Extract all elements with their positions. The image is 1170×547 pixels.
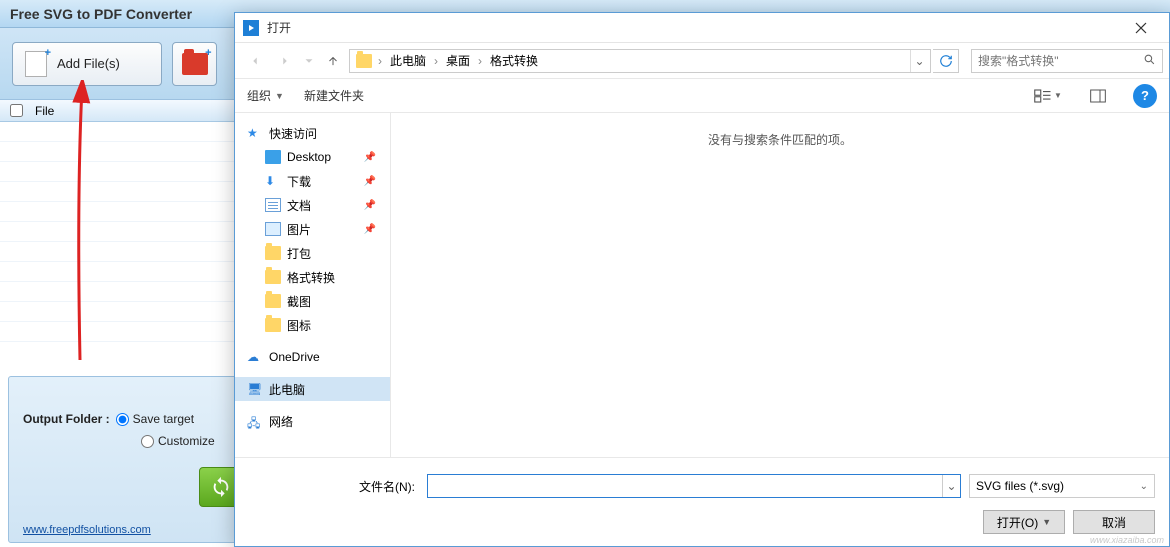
view-mode-button[interactable]: ▼ [1033,84,1063,108]
chevron-down-icon: ⌄ [1140,481,1148,492]
open-button[interactable]: 打开(O)▼ [983,510,1065,534]
pin-icon: 📌 [364,224,376,235]
chevron-down-icon [302,54,316,68]
col-file-label: File [35,104,54,118]
nav-tree: ★快速访问 Desktop📌 ⬇下载📌 文档📌 图片📌 打包 格式转换 截图 图… [235,113,391,457]
desktop-icon [265,150,281,164]
pin-icon: 📌 [364,176,376,187]
new-folder-button[interactable]: 新建文件夹 [304,87,364,104]
dialog-body: ★快速访问 Desktop📌 ⬇下载📌 文档📌 图片📌 打包 格式转换 截图 图… [235,113,1169,457]
breadcrumb-current[interactable]: 格式转换 [484,50,544,72]
filename-dropdown[interactable]: ⌄ [942,475,960,497]
nav-back-button[interactable] [241,47,269,75]
file-content-area: 没有与搜索条件匹配的项。 [391,113,1169,457]
filename-label: 文件名(N): [249,478,419,495]
tree-onedrive[interactable]: ☁OneDrive [235,345,390,369]
split-arrow-icon: ▼ [1042,517,1051,527]
add-folder-button[interactable] [172,42,217,86]
organize-menu[interactable]: 组织 ▼ [247,87,284,104]
select-all-checkbox[interactable] [10,104,23,117]
chevron-down-icon: ▼ [275,91,284,101]
filetype-filter[interactable]: SVG files (*.svg) ⌄ [969,474,1155,498]
tree-downloads[interactable]: ⬇下载📌 [235,169,390,193]
tree-pictures[interactable]: 图片📌 [235,217,390,241]
tree-documents[interactable]: 文档📌 [235,193,390,217]
breadcrumb-sep: › [376,54,384,68]
filename-combobox[interactable]: ⌄ [427,474,961,498]
document-icon [265,198,281,212]
watermark: www.xiazaiba.com [1090,535,1164,545]
document-plus-icon [25,51,47,77]
search-box[interactable] [971,49,1163,73]
chevron-down-icon: ▼ [1054,91,1062,100]
cancel-button[interactable]: 取消 [1073,510,1155,534]
network-icon: 🖧 [247,414,263,428]
arrow-right-icon [278,54,292,68]
dialog-title: 打开 [267,19,291,36]
file-open-dialog: 打开 › 此电脑 › 桌面 › 格式转换 ⌄ [234,12,1170,547]
picture-icon [265,222,281,236]
pane-icon [1090,89,1106,103]
folder-icon [356,54,372,68]
pin-icon: 📌 [364,200,376,211]
download-icon: ⬇ [265,174,281,188]
help-button[interactable]: ? [1133,84,1157,108]
filename-input[interactable] [428,475,942,497]
dialog-app-icon [243,20,259,36]
folder-plus-icon [182,53,208,75]
refresh-icon [210,476,232,498]
folder-icon [265,318,281,332]
breadcrumb-bar[interactable]: › 此电脑 › 桌面 › 格式转换 ⌄ [349,49,931,73]
breadcrumb-root[interactable]: 此电脑 [384,50,432,72]
folder-icon [265,294,281,308]
pin-icon: 📌 [364,152,376,163]
dialog-nav-bar: › 此电脑 › 桌面 › 格式转换 ⌄ [235,43,1169,79]
add-files-label: Add File(s) [57,56,120,71]
breadcrumb-dropdown[interactable]: ⌄ [910,50,928,72]
preview-pane-button[interactable] [1083,84,1113,108]
dialog-close-button[interactable] [1121,15,1161,41]
folder-icon [265,246,281,260]
search-icon [1143,53,1156,69]
arrow-up-icon [326,54,340,68]
tree-this-pc[interactable]: 🖥此电脑 [235,377,390,401]
tree-desktop[interactable]: Desktop📌 [235,145,390,169]
nav-up-button[interactable] [319,47,347,75]
output-folder-label: Output Folder : [23,412,110,426]
dialog-toolbar: 组织 ▼ 新建文件夹 ▼ ? [235,79,1169,113]
radio-customize[interactable] [141,435,154,448]
breadcrumb-desktop[interactable]: 桌面 [440,50,476,72]
tree-folder-3[interactable]: 截图 [235,289,390,313]
pc-icon: 🖥 [247,382,263,396]
folder-icon [265,270,281,284]
nav-forward-button[interactable] [271,47,299,75]
dialog-titlebar: 打开 [235,13,1169,43]
tree-quick-access[interactable]: ★快速访问 [235,121,390,145]
tree-folder-2[interactable]: 格式转换 [235,265,390,289]
cloud-icon: ☁ [247,350,263,364]
refresh-button[interactable] [933,49,959,73]
search-input[interactable] [978,54,1143,68]
close-icon [1135,22,1147,34]
nav-recent-button[interactable] [301,47,317,75]
add-files-button[interactable]: Add File(s) [12,42,162,86]
footer-link[interactable]: www.freepdfsolutions.com [23,524,151,536]
tree-network[interactable]: 🖧网络 [235,409,390,433]
dialog-footer: 文件名(N): ⌄ SVG files (*.svg) ⌄ 打开(O)▼ 取消 [235,457,1169,546]
opt-customize[interactable]: Customize [141,434,215,448]
app-title: Free SVG to PDF Converter [10,6,192,22]
tree-folder-4[interactable]: 图标 [235,313,390,337]
tree-folder-1[interactable]: 打包 [235,241,390,265]
star-icon: ★ [247,126,263,140]
opt-save-target[interactable]: Save target [116,412,194,426]
refresh-icon [939,54,953,68]
empty-message: 没有与搜索条件匹配的项。 [708,131,852,148]
arrow-left-icon [248,54,262,68]
radio-save-target[interactable] [116,413,129,426]
view-icon [1034,89,1052,103]
